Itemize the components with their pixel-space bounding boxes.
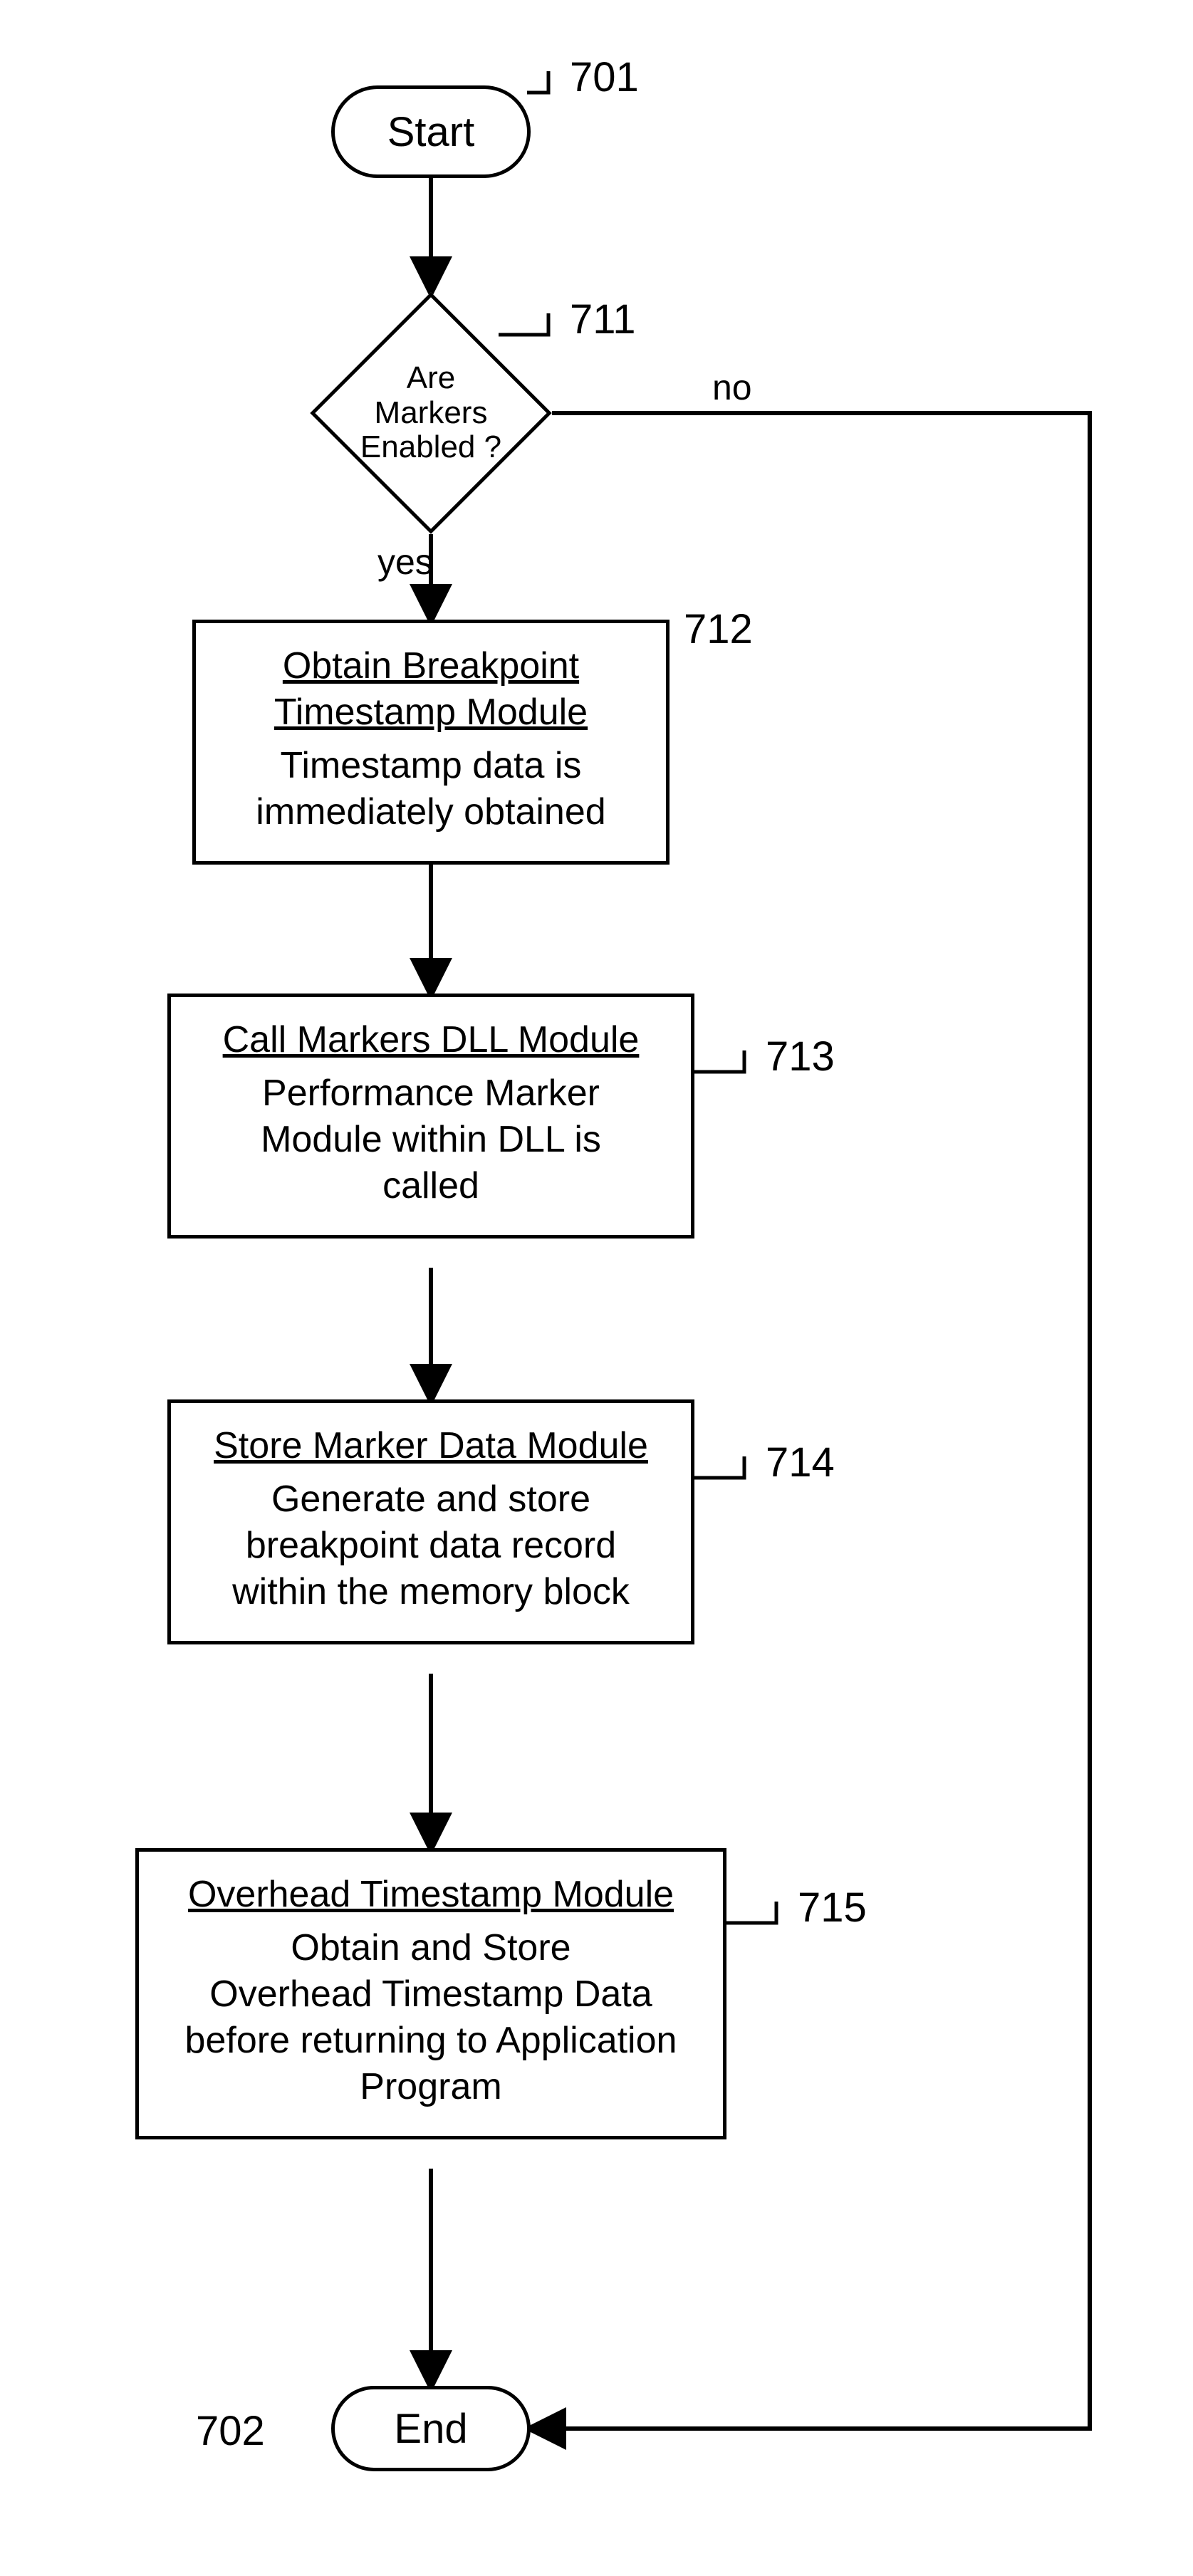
process-call-markers-dll: Call Markers DLL Module Performance Mark… — [167, 994, 694, 1239]
decision-markers-enabled: Are Markers Enabled ? — [310, 292, 552, 534]
decision-line-1: Are — [407, 361, 455, 395]
process-overhead-timestamp: Overhead Timestamp Module Obtain and Sto… — [135, 1848, 726, 2139]
end-node: End — [331, 2386, 531, 2471]
process-715-body: Obtain and Store Overhead Timestamp Data… — [156, 1925, 706, 2110]
process-obtain-breakpoint-timestamp: Obtain Breakpoint Timestamp Module Times… — [192, 620, 670, 865]
flowchart-canvas: Start 701 Are Markers Enabled ? 711 yes … — [0, 0, 1193, 2576]
decision-line-2: Markers — [375, 396, 488, 430]
start-node: Start — [331, 85, 531, 178]
ref-711: 711 — [570, 296, 635, 343]
edge-label-yes: yes — [377, 541, 433, 583]
decision-line-3: Enabled ? — [360, 430, 501, 464]
ref-713: 713 — [766, 1033, 835, 1080]
process-712-body: Timestamp data is immediately obtained — [213, 743, 649, 835]
ref-714: 714 — [766, 1439, 835, 1486]
process-store-marker-data: Store Marker Data Module Generate and st… — [167, 1399, 694, 1644]
decision-text: Are Markers Enabled ? — [310, 292, 552, 534]
process-712-title: Obtain Breakpoint Timestamp Module — [213, 643, 649, 736]
edge-label-no: no — [712, 367, 752, 408]
process-715-title: Overhead Timestamp Module — [156, 1872, 706, 1918]
ref-701: 701 — [570, 53, 639, 101]
process-713-body: Performance Marker Module within DLL is … — [188, 1070, 674, 1209]
process-713-title: Call Markers DLL Module — [188, 1017, 674, 1063]
start-text: Start — [387, 108, 475, 156]
end-text: End — [394, 2405, 467, 2453]
ref-712: 712 — [684, 605, 753, 653]
connectors-layer — [0, 0, 1193, 2576]
ref-702: 702 — [196, 2407, 265, 2455]
process-714-body: Generate and store breakpoint data recor… — [188, 1476, 674, 1615]
ref-715: 715 — [798, 1884, 867, 1931]
process-714-title: Store Marker Data Module — [188, 1423, 674, 1469]
